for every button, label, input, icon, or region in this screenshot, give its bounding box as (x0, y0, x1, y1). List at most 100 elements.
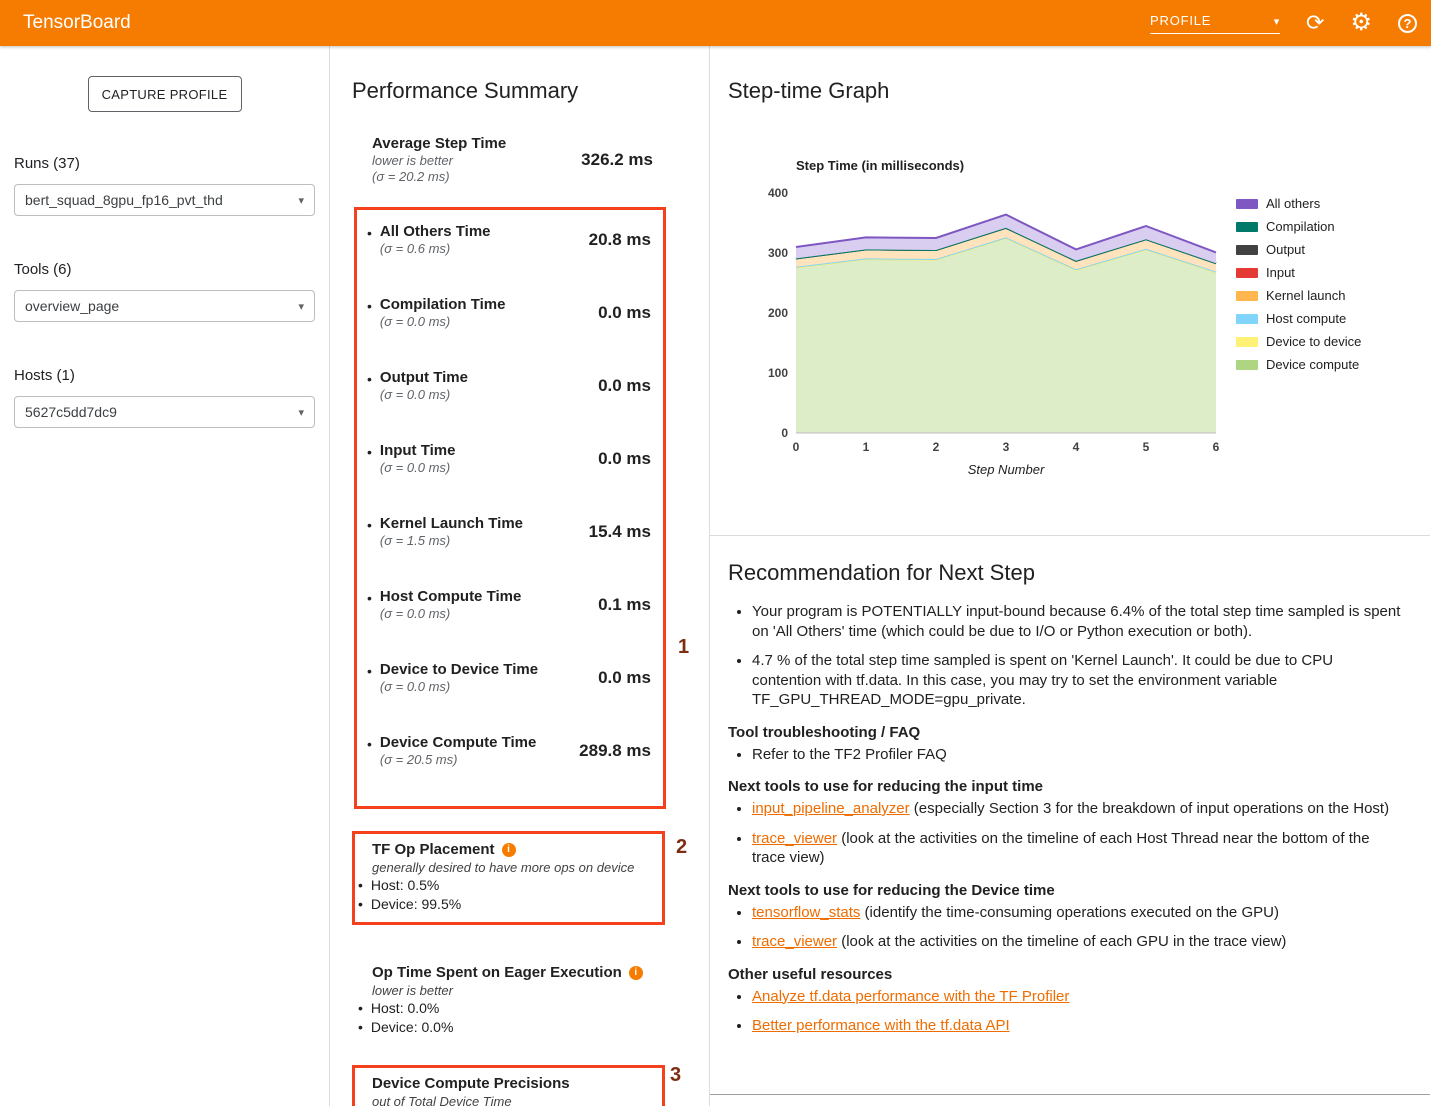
capture-profile-button[interactable]: CAPTURE PROFILE (88, 76, 242, 112)
metric-value: 0.0 ms (598, 303, 651, 323)
rec-link[interactable]: trace_viewer (752, 830, 837, 847)
metric-sigma: (σ = 0.0 ms) (380, 387, 468, 403)
metric-row: •Output Time(σ = 0.0 ms)0.0 ms (365, 368, 651, 403)
svg-text:200: 200 (768, 306, 788, 320)
main-panel: Step-time Graph Step Time (in millisecon… (710, 46, 1430, 1106)
info-icon[interactable]: i (629, 966, 643, 980)
metric-value: 20.8 ms (589, 230, 651, 250)
legend-item: Kernel launch (1236, 288, 1361, 303)
reload-icon[interactable]: ⟳ (1306, 12, 1324, 34)
annotation-number-3: 3 (670, 1064, 681, 1087)
tf-op-placement-note: generally desired to have more ops on de… (355, 859, 654, 876)
rec-link[interactable]: input_pipeline_analyzer (752, 800, 910, 817)
recommendation-body: Your program is POTENTIALLY input-bound … (728, 602, 1402, 1036)
bullet-icon: • (367, 517, 372, 533)
legend-swatch (1236, 360, 1258, 370)
step-time-chart: 01002003004000123456Step Number (760, 181, 1230, 481)
rec-item: Analyze tf.data performance with the TF … (752, 987, 1402, 1007)
svg-text:4: 4 (1073, 440, 1080, 454)
metric-row: •Device to Device Time(σ = 0.0 ms)0.0 ms (365, 660, 651, 695)
svg-text:0: 0 (781, 426, 788, 440)
legend-item: Device to device (1236, 334, 1361, 349)
list-item: Device: 0.0% (355, 1018, 665, 1037)
chart-legend: All othersCompilationOutputInputKernel l… (1236, 196, 1361, 486)
rec-item: Better performance with the tf.data API (752, 1016, 1402, 1036)
rec-item: tensorflow_stats (identify the time-cons… (752, 903, 1402, 923)
bullet-icon: • (367, 298, 372, 314)
legend-item: Host compute (1236, 311, 1361, 326)
precisions-note: out of Total Device Time (355, 1093, 654, 1106)
metric-label: Kernel Launch Time (380, 514, 523, 533)
runs-label: Runs (37) (14, 155, 315, 172)
legend-item: All others (1236, 196, 1361, 211)
dashboard-select-value: PROFILE (1150, 13, 1211, 28)
metric-label: Host Compute Time (380, 587, 521, 606)
legend-swatch (1236, 222, 1258, 232)
page-body: CAPTURE PROFILE Runs (37) bert_squad_8gp… (0, 46, 1431, 1106)
metric-sigma: (σ = 0.0 ms) (380, 606, 521, 622)
eager-execution-note: lower is better (355, 982, 665, 999)
bullet-icon: • (367, 225, 372, 241)
header-actions: PROFILE ▾ ⟳ ⚙ ? (1150, 11, 1417, 35)
dashboard-select[interactable]: PROFILE ▾ (1150, 13, 1280, 34)
legend-label: Host compute (1266, 311, 1346, 326)
rec-link[interactable]: tensorflow_stats (752, 904, 860, 921)
legend-label: Input (1266, 265, 1295, 280)
runs-field: Runs (37) bert_squad_8gpu_fp16_pvt_thd ▾ (14, 155, 315, 216)
step-time-graph-title: Step-time Graph (728, 78, 1430, 104)
svg-text:300: 300 (768, 246, 788, 260)
rec-list: tensorflow_stats (identify the time-cons… (728, 903, 1402, 952)
metric-sigma: (σ = 0.6 ms) (380, 241, 491, 257)
chevron-down-icon: ▾ (298, 194, 304, 207)
tf-op-placement-title: TF Op Placement (372, 840, 495, 859)
tf-op-placement-box: TF Op Placement i generally desired to h… (352, 831, 665, 925)
step-time-graph-section: Step-time Graph Step Time (in millisecon… (710, 46, 1430, 536)
metric-row: •Input Time(σ = 0.0 ms)0.0 ms (365, 441, 651, 476)
runs-select-value: bert_squad_8gpu_fp16_pvt_thd (25, 192, 223, 208)
step-time-breakdown-box: •All Others Time(σ = 0.6 ms)20.8 ms•Comp… (354, 207, 666, 809)
legend-item: Input (1236, 265, 1361, 280)
rec-item: 4.7 % of the total step time sampled is … (752, 651, 1402, 710)
recommendation-section: Recommendation for Next Step Your progra… (710, 536, 1430, 1095)
rec-list: Analyze tf.data performance with the TF … (728, 987, 1402, 1036)
metric-row: •Kernel Launch Time(σ = 1.5 ms)15.4 ms (365, 514, 651, 549)
tools-select-value: overview_page (25, 298, 119, 314)
tools-select[interactable]: overview_page ▾ (14, 290, 315, 322)
info-icon[interactable]: i (502, 843, 516, 857)
rec-link[interactable]: trace_viewer (752, 933, 837, 950)
legend-swatch (1236, 337, 1258, 347)
recommendation-title: Recommendation for Next Step (728, 560, 1402, 586)
legend-label: Device to device (1266, 334, 1361, 349)
help-icon[interactable]: ? (1398, 14, 1417, 33)
legend-swatch (1236, 245, 1258, 255)
rec-text: (especially Section 3 for the breakdown … (910, 800, 1389, 817)
rec-link[interactable]: Better performance with the tf.data API (752, 1017, 1010, 1034)
metric-row: •All Others Time(σ = 0.6 ms)20.8 ms (365, 222, 651, 257)
metric-sigma: (σ = 20.5 ms) (380, 752, 536, 768)
rec-text: (look at the activities on the timeline … (752, 830, 1370, 867)
list-item: Host: 0.5% (355, 876, 654, 895)
rec-list: input_pipeline_analyzer (especially Sect… (728, 799, 1402, 868)
legend-swatch (1236, 314, 1258, 324)
metric-sigma: (σ = 0.0 ms) (380, 460, 456, 476)
precisions-title: Device Compute Precisions (372, 1074, 570, 1093)
rec-link[interactable]: Analyze tf.data performance with the TF … (752, 988, 1069, 1005)
settings-gear-icon[interactable]: ⚙ (1350, 11, 1372, 35)
metric-value: 0.0 ms (598, 376, 651, 396)
svg-text:100: 100 (768, 366, 788, 380)
hosts-select-value: 5627c5dd7dc9 (25, 404, 117, 420)
tools-label: Tools (6) (14, 261, 315, 278)
metric-value: 0.0 ms (598, 449, 651, 469)
chart-series-area (796, 238, 1216, 433)
rec-item: trace_viewer (look at the activities on … (752, 932, 1402, 952)
legend-item: Device compute (1236, 357, 1361, 372)
hosts-select[interactable]: 5627c5dd7dc9 ▾ (14, 396, 315, 428)
rec-text: Your program is POTENTIALLY input-bound … (752, 603, 1400, 640)
svg-text:5: 5 (1143, 440, 1150, 454)
legend-swatch (1236, 268, 1258, 278)
hosts-field: Hosts (1) 5627c5dd7dc9 ▾ (14, 367, 315, 428)
bullet-icon: • (367, 736, 372, 752)
rec-list: Refer to the TF2 Profiler FAQ (728, 745, 1402, 765)
runs-select[interactable]: bert_squad_8gpu_fp16_pvt_thd ▾ (14, 184, 315, 216)
annotation-number-1: 1 (678, 636, 689, 659)
